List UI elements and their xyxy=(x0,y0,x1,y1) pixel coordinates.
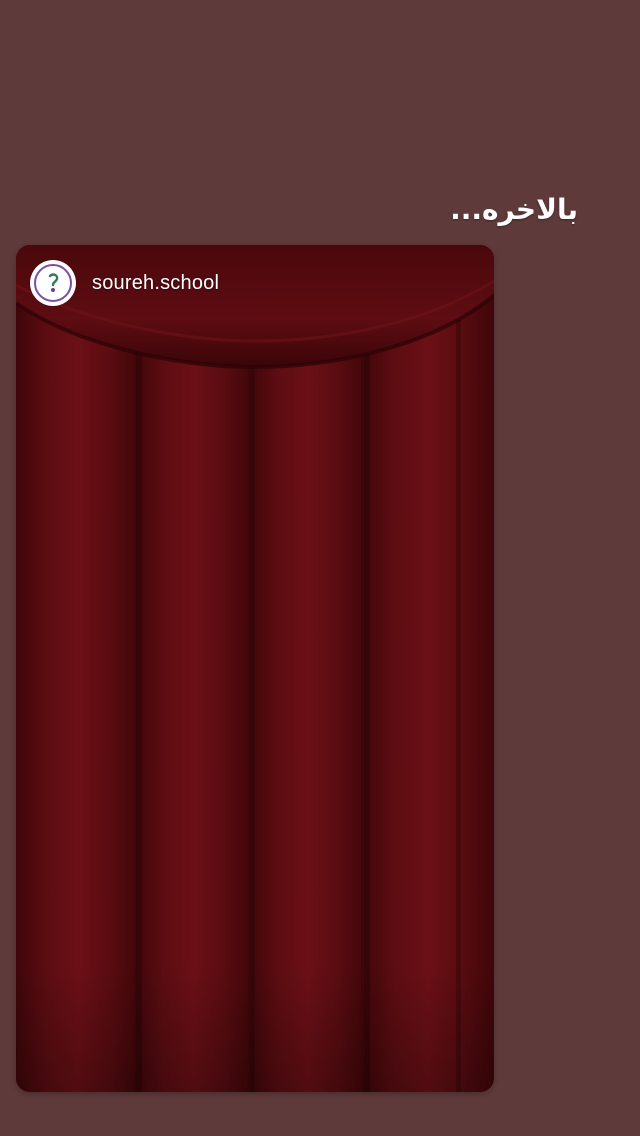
story-caption: بالاخره... xyxy=(450,193,578,226)
avatar[interactable] xyxy=(30,260,76,306)
logo-glyph-icon xyxy=(48,273,59,292)
account-username[interactable]: soureh.school xyxy=(92,272,219,295)
school-logo-icon xyxy=(34,264,72,302)
story-header[interactable]: soureh.school xyxy=(30,257,219,309)
story-screen: بالاخره... soureh.school xyxy=(0,0,640,1136)
shared-story-card[interactable]: soureh.school xyxy=(16,245,494,1092)
curtain-image xyxy=(16,245,494,1092)
